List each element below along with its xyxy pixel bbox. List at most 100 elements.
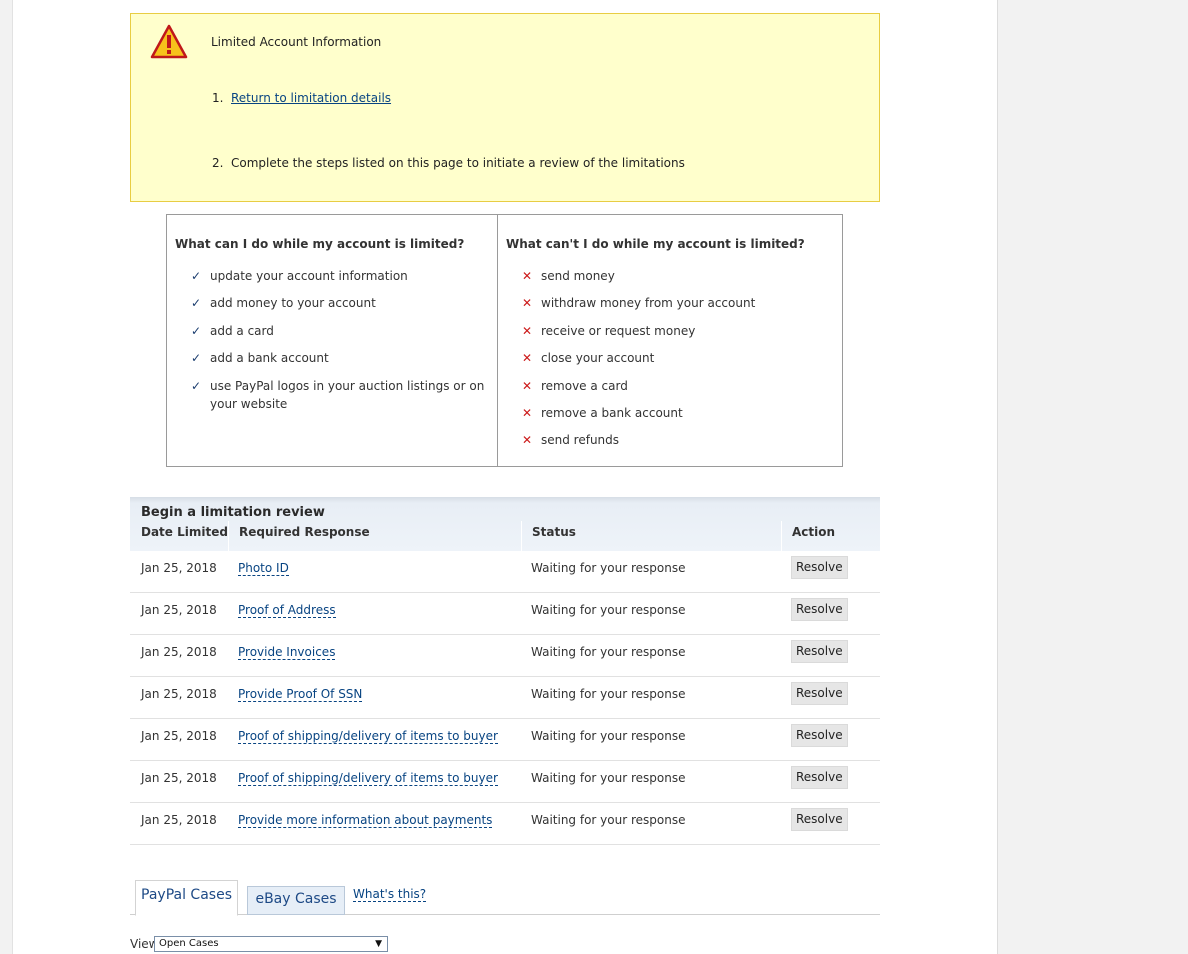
limited-account-alert: Limited Account Information 1. Return to … (130, 13, 880, 202)
can-do-column: What can I do while my account is limite… (167, 215, 498, 466)
tab-ebay-cases[interactable]: eBay Cases (247, 886, 345, 915)
date-limited-cell: Jan 25, 2018 (141, 561, 217, 575)
can-do-item: ✓ update your account information (191, 267, 487, 285)
cannot-do-item-text: send refunds (541, 433, 620, 448)
resolve-button[interactable]: Resolve (791, 766, 848, 789)
status-cell: Waiting for your response (531, 561, 686, 575)
can-do-item: ✓ use PayPal logos in your auction listin… (191, 377, 487, 413)
column-header-status: Status (532, 525, 576, 539)
date-limited-cell: Jan 25, 2018 (141, 771, 217, 785)
page-content: Limited Account Information 1. Return to … (12, 0, 998, 954)
column-header-date: Date Limited (141, 525, 228, 539)
required-response-link[interactable]: Provide more information about payments (238, 813, 493, 828)
column-divider (228, 521, 229, 551)
table-row: Jan 25, 2018 Photo ID Waiting for your res… (130, 551, 880, 593)
required-response-link[interactable]: Proof of shipping/delivery of items to b… (238, 729, 498, 744)
resolve-button[interactable]: Resolve (791, 598, 848, 621)
cannot-do-item: ✕ close your account (522, 349, 818, 367)
tab-paypal-cases[interactable]: PayPal Cases (135, 880, 238, 916)
alert-step-1: 1. Return to limitation details (212, 91, 392, 105)
required-response-link[interactable]: Proof of Address (238, 603, 336, 618)
cannot-do-item: ✕ send money (522, 267, 818, 285)
resolve-button[interactable]: Resolve (791, 808, 848, 831)
cross-icon: ✕ (522, 323, 533, 338)
resolve-button[interactable]: Resolve (791, 556, 848, 579)
status-cell: Waiting for your response (531, 687, 686, 701)
resolve-button[interactable]: Resolve (791, 640, 848, 663)
can-do-item: ✓ add money to your account (191, 294, 487, 312)
cannot-do-item-text: remove a bank account (541, 405, 683, 420)
cross-icon: ✕ (522, 405, 533, 420)
table-row: Jan 25, 2018 Provide more information abo… (130, 803, 880, 845)
resolve-button[interactable]: Resolve (791, 724, 848, 747)
cross-icon: ✕ (522, 433, 533, 448)
status-cell: Waiting for your response (531, 645, 686, 659)
alert-step-2: 2. Complete the steps listed on this page… (212, 156, 685, 170)
cannot-do-column: What can't I do while my account is limi… (498, 215, 842, 466)
view-selected-value: Open Cases (159, 938, 219, 949)
column-divider (781, 521, 782, 551)
cross-icon: ✕ (522, 378, 533, 393)
status-cell: Waiting for your response (531, 813, 686, 827)
checkmark-icon: ✓ (191, 323, 202, 338)
table-row: Jan 25, 2018 Proof of shipping/delivery o… (130, 719, 880, 761)
column-header-action: Action (792, 525, 836, 539)
date-limited-cell: Jan 25, 2018 (141, 603, 217, 617)
view-select[interactable]: Open Cases ▼ (154, 936, 388, 952)
cannot-do-item-text: close your account (541, 351, 655, 366)
limitation-capabilities-box: What can I do while my account is limite… (166, 214, 843, 467)
date-limited-cell: Jan 25, 2018 (141, 645, 217, 659)
can-do-heading: What can I do while my account is limite… (175, 237, 465, 251)
required-response-link[interactable]: Proof of shipping/delivery of items to b… (238, 771, 498, 786)
checkmark-icon: ✓ (191, 296, 202, 311)
cannot-do-item-text: receive or request money (541, 323, 696, 338)
limitation-review-table: Begin a limitation review Date Limited R… (130, 497, 880, 845)
status-cell: Waiting for your response (531, 771, 686, 785)
checkmark-icon: ✓ (191, 351, 202, 366)
review-table-body: Jan 25, 2018 Photo ID Waiting for your res… (130, 551, 880, 845)
warning-icon (150, 24, 188, 59)
can-do-item-text: add a card (210, 323, 274, 338)
review-table-header: Begin a limitation review Date Limited R… (130, 497, 880, 551)
cross-icon: ✕ (522, 269, 533, 283)
cannot-do-list: ✕ send money ✕ withdraw money from your acc… (522, 267, 818, 459)
cross-icon: ✕ (522, 351, 533, 366)
cannot-do-item-text: send money (541, 269, 615, 283)
date-limited-cell: Jan 25, 2018 (141, 729, 217, 743)
date-limited-cell: Jan 25, 2018 (141, 813, 217, 827)
table-row: Jan 25, 2018 Provide Invoices Waiting for … (130, 635, 880, 677)
review-title: Begin a limitation review (141, 505, 325, 520)
required-response-link[interactable]: Provide Invoices (238, 645, 336, 660)
table-row: Jan 25, 2018 Proof of Address Waiting for … (130, 593, 880, 635)
table-row: Jan 25, 2018 Proof of shipping/delivery o… (130, 761, 880, 803)
alert-title: Limited Account Information (211, 35, 382, 49)
column-header-required-response: Required Response (239, 525, 370, 539)
can-do-item: ✓ add a bank account (191, 349, 487, 367)
cannot-do-item: ✕ withdraw money from your account (522, 294, 818, 312)
can-do-item: ✓ add a card (191, 322, 487, 340)
dropdown-arrow-icon: ▼ (375, 939, 382, 949)
cannot-do-item-text: remove a card (541, 378, 628, 393)
status-cell: Waiting for your response (531, 603, 686, 617)
can-do-item-text: add money to your account (210, 296, 376, 311)
required-response-link[interactable]: Photo ID (238, 561, 289, 576)
can-do-list: ✓ update your account information ✓ add mon… (191, 267, 487, 422)
cannot-do-item: ✕ send refunds (522, 431, 818, 449)
cannot-do-item-text: withdraw money from your account (541, 296, 756, 311)
checkmark-icon: ✓ (191, 378, 202, 393)
column-divider (521, 521, 522, 551)
cases-tabs: PayPal Cases eBay Cases What's this? (130, 880, 880, 916)
status-cell: Waiting for your response (531, 729, 686, 743)
table-row: Jan 25, 2018 Provide Proof Of SSN Waiting … (130, 677, 880, 719)
cannot-do-item: ✕ receive or request money (522, 322, 818, 340)
return-to-limitation-details-link[interactable]: Return to limitation details (231, 91, 391, 105)
cannot-do-item: ✕ remove a bank account (522, 404, 818, 422)
resolve-button[interactable]: Resolve (791, 682, 848, 705)
checkmark-icon: ✓ (191, 269, 202, 283)
can-do-item-text: use PayPal logos in your auction listing… (210, 378, 485, 411)
required-response-link[interactable]: Provide Proof Of SSN (238, 687, 363, 702)
whats-this-link[interactable]: What's this? (353, 887, 427, 902)
cannot-do-item: ✕ remove a card (522, 377, 818, 395)
can-do-item-text: add a bank account (210, 351, 329, 366)
cannot-do-heading: What can't I do while my account is limi… (506, 237, 805, 251)
